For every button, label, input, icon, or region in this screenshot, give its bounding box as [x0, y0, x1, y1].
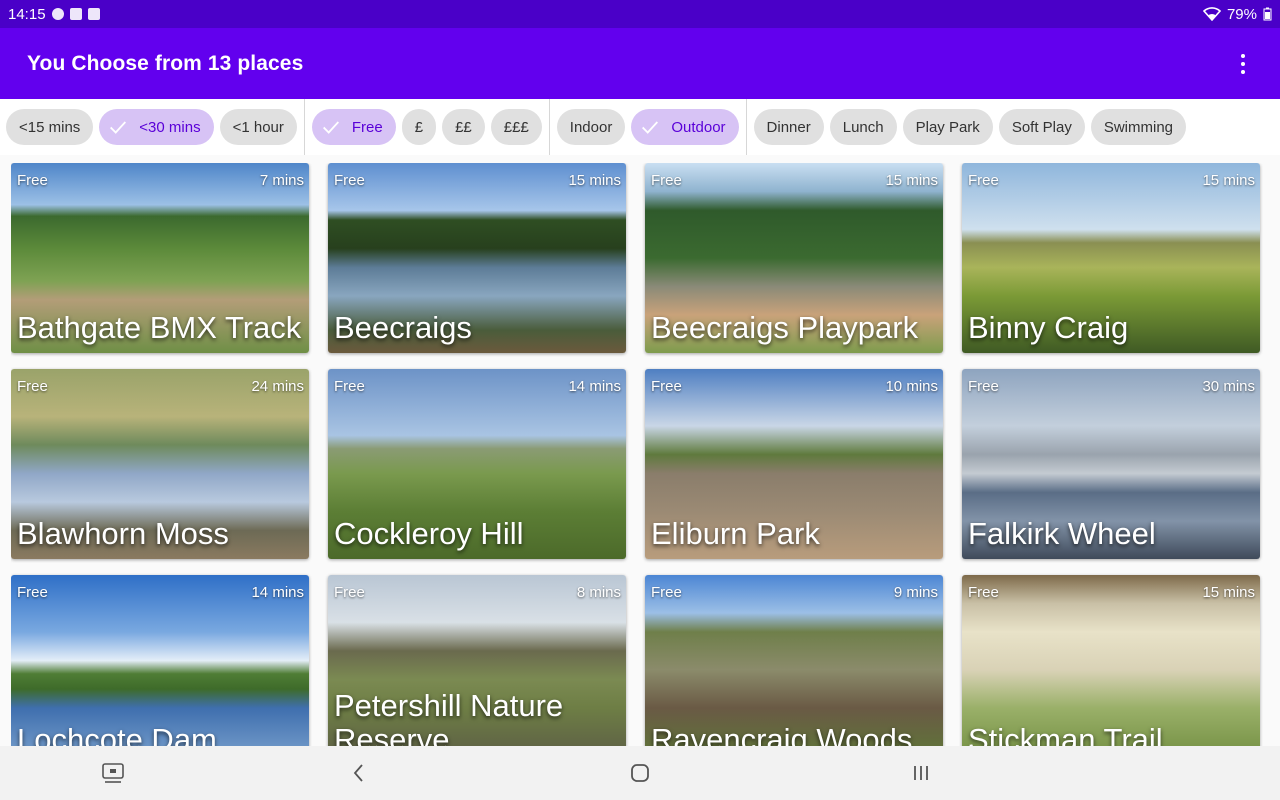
cost-label: Free [334, 584, 365, 601]
place-name: Falkirk Wheel [968, 516, 1156, 552]
place-card-beecraigs[interactable]: Free 15 mins Beecraigs [328, 163, 626, 353]
travel-time: 15 mins [885, 172, 938, 189]
travel-time: 8 mins [576, 584, 621, 601]
cost-label: Free [651, 172, 682, 189]
place-name: Cockleroy Hill [334, 516, 524, 552]
check-icon [320, 116, 342, 138]
app-title: You Choose from 13 places [27, 51, 304, 75]
chip-free[interactable]: Free [311, 109, 396, 145]
gallery-status-icon [69, 8, 82, 20]
chip-indoor[interactable]: Indoor [556, 109, 626, 145]
battery-icon [1263, 7, 1272, 21]
place-name: Beecraigs [334, 310, 472, 346]
place-name: Stickman Trail [968, 722, 1163, 746]
cost-label: Free [334, 172, 365, 189]
recents-icon[interactable] [907, 759, 935, 787]
place-name: Lochcote Dam [17, 722, 217, 746]
wifi-icon [1202, 7, 1221, 21]
chip-outdoor[interactable]: Outdoor [631, 109, 739, 145]
place-card-petershill-nature-reserve[interactable]: Free 8 mins Petershill Nature Reserve [328, 575, 626, 746]
place-name: Bathgate BMX Track [17, 310, 302, 346]
place-name: Blawhorn Moss [17, 516, 229, 552]
place-name: Eliburn Park [651, 516, 820, 552]
place-card-eliburn-park[interactable]: Free 10 mins Eliburn Park [645, 369, 943, 559]
check-icon [107, 116, 129, 138]
more-vert-icon[interactable] [1233, 44, 1253, 84]
place-card-cockleroy-hill[interactable]: Free 14 mins Cockleroy Hill [328, 369, 626, 559]
chip-lunch[interactable]: Lunch [829, 109, 897, 145]
back-icon[interactable] [345, 759, 373, 787]
chip-soft-play[interactable]: Soft Play [998, 109, 1085, 145]
place-card-beecraigs-playpark[interactable]: Free 15 mins Beecraigs Playpark [645, 163, 943, 353]
chip-dinner[interactable]: Dinner [753, 109, 824, 145]
screen-keyboard-icon[interactable] [99, 759, 127, 787]
home-icon[interactable] [626, 759, 654, 787]
place-card-falkirk-wheel[interactable]: Free 30 mins Falkirk Wheel [962, 369, 1260, 559]
cost-label: Free [17, 378, 48, 395]
time-filter-group: <15 mins <30 mins <1 hour [6, 99, 304, 155]
place-card-lochcote-dam[interactable]: Free 14 mins Lochcote Dam [11, 575, 309, 746]
place-name: Ravencraig Woods [651, 722, 913, 746]
cost-label: Free [651, 378, 682, 395]
chip-under-30-mins[interactable]: <30 mins [99, 109, 214, 145]
chip-cost-1[interactable]: £ [401, 109, 437, 145]
travel-time: 7 mins [259, 172, 304, 189]
cost-filter-group: Free £ ££ £££ [303, 99, 549, 155]
travel-time: 24 mins [251, 378, 304, 395]
chip-under-15-mins[interactable]: <15 mins [6, 109, 94, 145]
place-name: Beecraigs Playpark [651, 310, 919, 346]
place-card-blawhorn-moss[interactable]: Free 24 mins Blawhorn Moss [11, 369, 309, 559]
type-filter-group: Dinner Lunch Play Park Soft Play Swimmin… [745, 99, 1193, 155]
cost-label: Free [17, 584, 48, 601]
place-name: Binny Craig [968, 310, 1129, 346]
cost-label: Free [334, 378, 365, 395]
travel-time: 10 mins [885, 378, 938, 395]
place-card-ravencraig-woods[interactable]: Free 9 mins Ravencraig Woods [645, 575, 943, 746]
account-status-icon [51, 8, 64, 20]
chip-play-park[interactable]: Play Park [902, 109, 993, 145]
travel-time: 15 mins [1202, 584, 1255, 601]
battery-level: 79% [1226, 5, 1257, 23]
place-card-stickman-trail[interactable]: Free 15 mins Stickman Trail [962, 575, 1260, 746]
setting-filter-group: Indoor Outdoor [548, 99, 746, 155]
cost-label: Free [17, 172, 48, 189]
chip-cost-3[interactable]: £££ [490, 109, 542, 145]
chip-under-1-hour[interactable]: <1 hour [219, 109, 297, 145]
filter-chip-bar: <15 mins <30 mins <1 hour Free £ ££ £££ … [0, 99, 1280, 155]
cost-label: Free [968, 378, 999, 395]
travel-time: 15 mins [568, 172, 621, 189]
travel-time: 30 mins [1202, 378, 1255, 395]
place-card-bathgate-bmx-track[interactable]: Free 7 mins Bathgate BMX Track [11, 163, 309, 353]
cost-label: Free [968, 172, 999, 189]
cost-label: Free [651, 584, 682, 601]
cost-label: Free [968, 584, 999, 601]
status-bar: 14:15 79% [0, 0, 1280, 28]
chip-swimming[interactable]: Swimming [1090, 109, 1187, 145]
app-bar: You Choose from 13 places [0, 28, 1280, 99]
travel-time: 15 mins [1202, 172, 1255, 189]
chip-cost-2[interactable]: ££ [442, 109, 485, 145]
place-name: Petershill Nature Reserve [334, 687, 564, 746]
storage-status-icon [87, 8, 100, 20]
status-time: 14:15 [8, 5, 46, 23]
travel-time: 9 mins [893, 584, 938, 601]
places-grid: Free 7 mins Bathgate BMX Track Free 15 m… [11, 163, 1269, 746]
system-navigation-bar [0, 746, 1280, 800]
travel-time: 14 mins [251, 584, 304, 601]
travel-time: 14 mins [568, 378, 621, 395]
place-card-binny-craig[interactable]: Free 15 mins Binny Craig [962, 163, 1260, 353]
check-icon [639, 116, 661, 138]
